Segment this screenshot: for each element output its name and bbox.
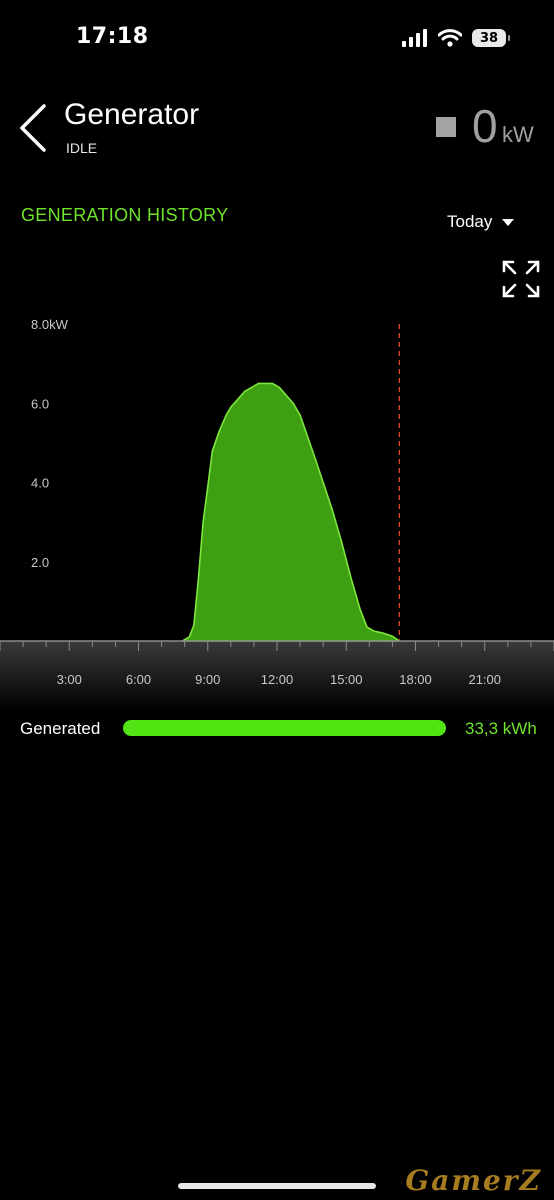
back-button[interactable]	[14, 100, 54, 156]
generated-progress-bar	[123, 720, 446, 736]
generation-chart: 8.0kW 6.0 4.0 2.0 3:00 6:00 9:00 12:00 15:00 18:…	[0, 317, 554, 710]
x-tick-label: 6:00	[126, 672, 151, 687]
caret-down-icon	[502, 218, 515, 226]
expand-button[interactable]	[502, 260, 540, 298]
power-unit: kW	[502, 122, 534, 147]
device-status: IDLE	[66, 140, 98, 156]
x-tick-label: 12:00	[261, 672, 294, 687]
x-tick-label: 3:00	[57, 672, 82, 687]
generated-label: Generated	[20, 719, 101, 738]
expand-icon	[502, 260, 540, 298]
y-tick-label: 2.0	[31, 555, 49, 570]
generated-value: 33,3 kWh	[465, 719, 537, 738]
status-icons: 38	[402, 26, 510, 50]
y-tick-label: 4.0	[31, 476, 49, 491]
x-tick-label: 18:00	[399, 672, 432, 687]
watermark-logo: GamerZ	[405, 1164, 542, 1197]
x-tick-label: 15:00	[330, 672, 363, 687]
stop-icon	[436, 117, 456, 137]
status-time: 17:18	[76, 24, 149, 49]
section-title: GENERATION HISTORY	[21, 205, 229, 225]
page-title: Generator	[64, 98, 200, 131]
signal-icon	[402, 29, 427, 47]
battery-icon: 38	[472, 29, 510, 47]
power-value: 0	[472, 100, 498, 152]
x-tick-label: 9:00	[195, 672, 220, 687]
home-indicator[interactable]	[178, 1183, 376, 1189]
battery-level: 38	[479, 30, 499, 46]
x-tick-label: 21:00	[468, 672, 501, 687]
y-tick-label: 8.0kW	[31, 317, 69, 332]
wifi-icon	[438, 29, 462, 47]
period-label: Today	[447, 212, 493, 231]
chevron-left-icon	[20, 104, 46, 152]
series-area	[181, 382, 400, 642]
period-dropdown[interactable]: Today	[447, 212, 515, 232]
y-tick-label: 6.0	[31, 396, 49, 411]
